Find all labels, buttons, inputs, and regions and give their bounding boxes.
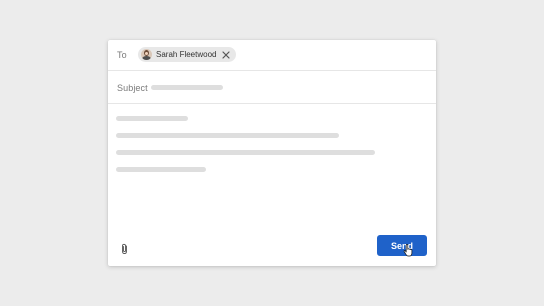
body-placeholder-line (116, 133, 339, 138)
paperclip-icon[interactable] (120, 242, 130, 254)
stage: To Sarah Fleetwood Subject Send (0, 0, 544, 306)
body-placeholder-line (116, 150, 375, 155)
avatar (141, 49, 152, 60)
to-label: To (117, 50, 127, 60)
close-icon[interactable] (221, 50, 230, 59)
recipient-chip[interactable]: Sarah Fleetwood (138, 47, 237, 62)
recipient-name: Sarah Fleetwood (156, 50, 217, 59)
send-button[interactable]: Send (377, 235, 427, 256)
compose-window: To Sarah Fleetwood Subject Send (108, 40, 436, 266)
subject-placeholder-bar (151, 85, 223, 90)
to-field-row[interactable]: To Sarah Fleetwood (108, 40, 436, 71)
subject-field-row[interactable]: Subject (108, 71, 436, 104)
subject-label: Subject (117, 83, 148, 93)
body-placeholder-line (116, 167, 206, 172)
body-placeholder-line (116, 116, 188, 121)
